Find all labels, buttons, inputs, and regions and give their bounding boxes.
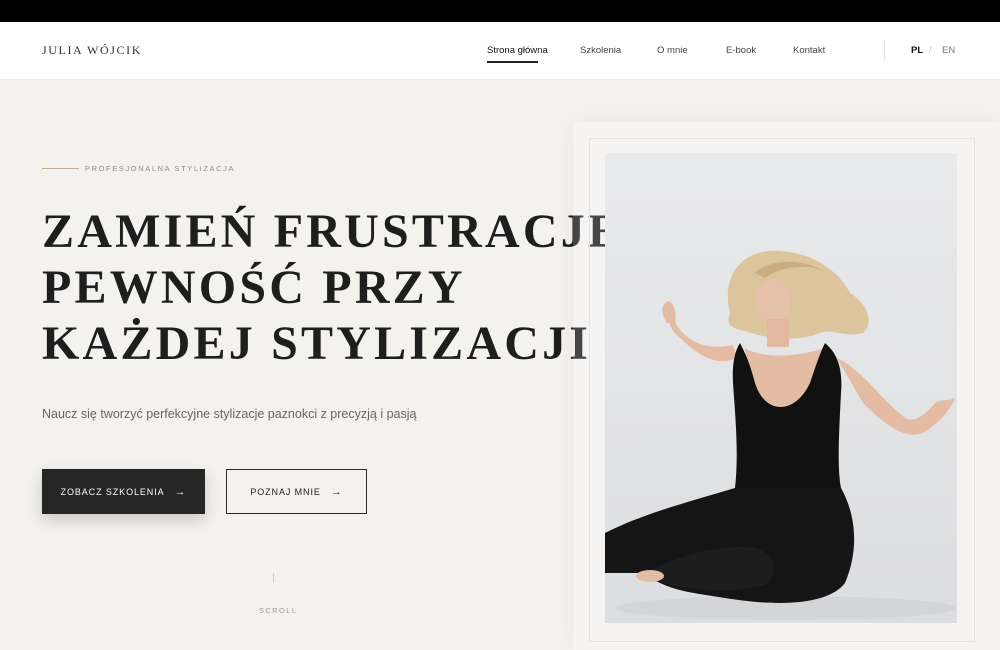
- logo[interactable]: JULIA WÓJCIK: [42, 43, 142, 58]
- scroll-indicator[interactable]: SCROLL: [259, 606, 297, 615]
- see-trainings-label: ZOBACZ SZKOLENIA: [60, 486, 165, 497]
- arrow-right-icon: →: [330, 485, 343, 498]
- nav-item-contact[interactable]: Kontakt: [793, 45, 825, 56]
- woman-portrait-illustration: [605, 250, 955, 620]
- see-trainings-button[interactable]: ZOBACZ SZKOLENIA →: [42, 469, 205, 514]
- nav-item-about[interactable]: O mnie: [657, 45, 688, 56]
- headline-line-3: KAŻDEJ STYLIZACJI: [42, 317, 592, 370]
- headline-line-2: PEWNOŚĆ PRZY: [42, 261, 466, 314]
- nav-item-trainings[interactable]: Szkolenia: [580, 45, 621, 56]
- headline-line-1: ZAMIEŃ FRUSTRACJE W: [42, 205, 689, 258]
- nav-item-ebook[interactable]: E-book: [726, 45, 756, 56]
- hero-eyebrow: PROFESJONALNA STYLIZACJA: [85, 164, 236, 173]
- language-en[interactable]: EN: [942, 45, 955, 56]
- site-header: JULIA WÓJCIK Strona główna Szkolenia O m…: [0, 22, 1000, 80]
- eyebrow-line: [42, 168, 79, 169]
- scroll-indicator-line: [273, 573, 274, 583]
- active-nav-underline: [487, 61, 538, 63]
- hero-subtitle: Naucz się tworzyć perfekcyjne stylizacje…: [42, 407, 417, 421]
- language-separator: /: [929, 45, 932, 56]
- hero-headline: ZAMIEŃ FRUSTRACJE W PEWNOŚĆ PRZY KAŻDEJ …: [42, 204, 689, 372]
- nav-divider: [884, 40, 885, 60]
- meet-me-button[interactable]: POZNAJ MNIE →: [226, 469, 367, 514]
- meet-me-label: POZNAJ MNIE: [250, 486, 321, 497]
- nav-item-home[interactable]: Strona główna: [487, 45, 548, 56]
- top-black-bar: [0, 0, 1000, 22]
- hero-photo: [605, 153, 957, 623]
- arrow-right-icon: →: [174, 485, 187, 498]
- language-pl[interactable]: PL: [911, 45, 923, 56]
